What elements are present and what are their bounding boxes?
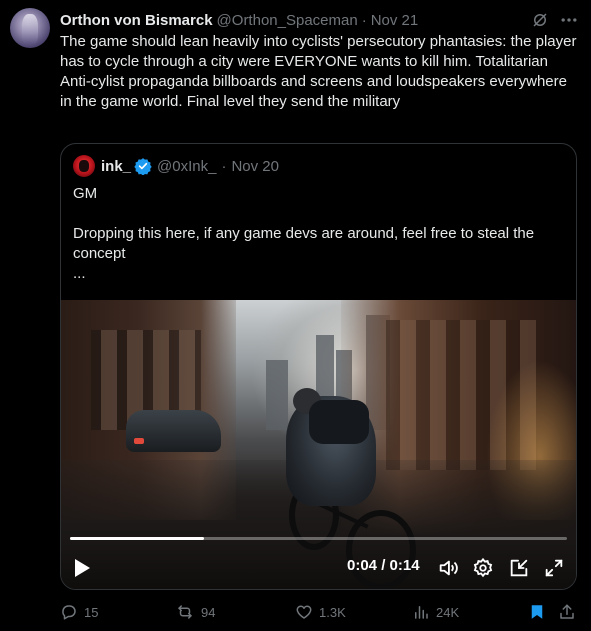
bookmark-icon xyxy=(528,603,546,621)
tweet-header: Orthon von Bismarck @Orthon_Spaceman · N… xyxy=(60,10,579,30)
like-button[interactable]: 1.3K xyxy=(295,600,346,624)
like-count: 1.3K xyxy=(319,604,346,620)
share-icon xyxy=(558,603,576,621)
separator: · xyxy=(361,11,367,29)
grok-icon[interactable] xyxy=(531,11,549,29)
author-handle[interactable]: @Orthon_Spaceman xyxy=(217,12,358,29)
header-actions xyxy=(531,10,579,30)
reply-button[interactable]: 15 xyxy=(60,600,98,624)
tweet-date[interactable]: Nov 21 xyxy=(371,12,419,29)
reply-icon xyxy=(60,603,78,621)
quote-text: GM Dropping this here, if any game devs … xyxy=(73,184,568,284)
views-icon xyxy=(412,603,430,621)
scene-tower xyxy=(266,360,288,430)
quote-author-handle: @0xInk_ xyxy=(157,157,217,175)
video-progress-bar[interactable] xyxy=(70,537,567,540)
quoted-tweet[interactable]: ink_ @0xInk_ · Nov 20 GM Dropping this h… xyxy=(60,143,577,590)
bookmark-button[interactable] xyxy=(528,600,546,624)
quote-avatar xyxy=(73,155,95,177)
volume-icon[interactable] xyxy=(437,557,459,579)
play-icon[interactable] xyxy=(73,558,91,578)
verified-icon xyxy=(134,157,152,175)
quote-separator: · xyxy=(221,157,227,175)
views-count: 24K xyxy=(436,604,460,620)
fullscreen-icon[interactable] xyxy=(543,557,565,579)
author-avatar[interactable] xyxy=(10,8,50,48)
repost-button[interactable]: 94 xyxy=(175,600,215,624)
quote-line-body: Dropping this here, if any game devs are… xyxy=(73,225,535,262)
like-icon xyxy=(295,603,313,621)
quote-line-gm: GM xyxy=(73,185,98,202)
share-button[interactable] xyxy=(558,600,576,624)
tweet-text: The game should lean heavily into cyclis… xyxy=(60,33,577,110)
video-time: 0:04 / 0:14 xyxy=(347,557,420,574)
views-button[interactable]: 24K xyxy=(412,600,459,624)
repost-count: 94 xyxy=(201,604,216,620)
scene-backpack xyxy=(309,400,369,444)
video-player[interactable]: 0:04 / 0:14 xyxy=(61,300,576,589)
video-controls: 0:04 / 0:14 xyxy=(61,546,576,589)
quote-author-name: ink_ xyxy=(101,157,132,175)
quote-header: ink_ @0xInk_ · Nov 20 xyxy=(73,155,279,177)
tweet-actions: 15 94 1.3K 24K xyxy=(60,600,580,624)
reply-count: 15 xyxy=(84,604,99,620)
settings-icon[interactable] xyxy=(472,557,494,579)
author-name[interactable]: Orthon von Bismarck xyxy=(60,12,213,29)
quote-date: Nov 20 xyxy=(231,157,279,175)
quote-line-ellipsis: ... xyxy=(73,265,86,282)
scene-car xyxy=(126,410,221,452)
more-icon[interactable] xyxy=(559,10,579,30)
video-progress-fill xyxy=(70,537,205,540)
minimize-icon[interactable] xyxy=(508,557,530,579)
repost-icon xyxy=(175,603,195,621)
